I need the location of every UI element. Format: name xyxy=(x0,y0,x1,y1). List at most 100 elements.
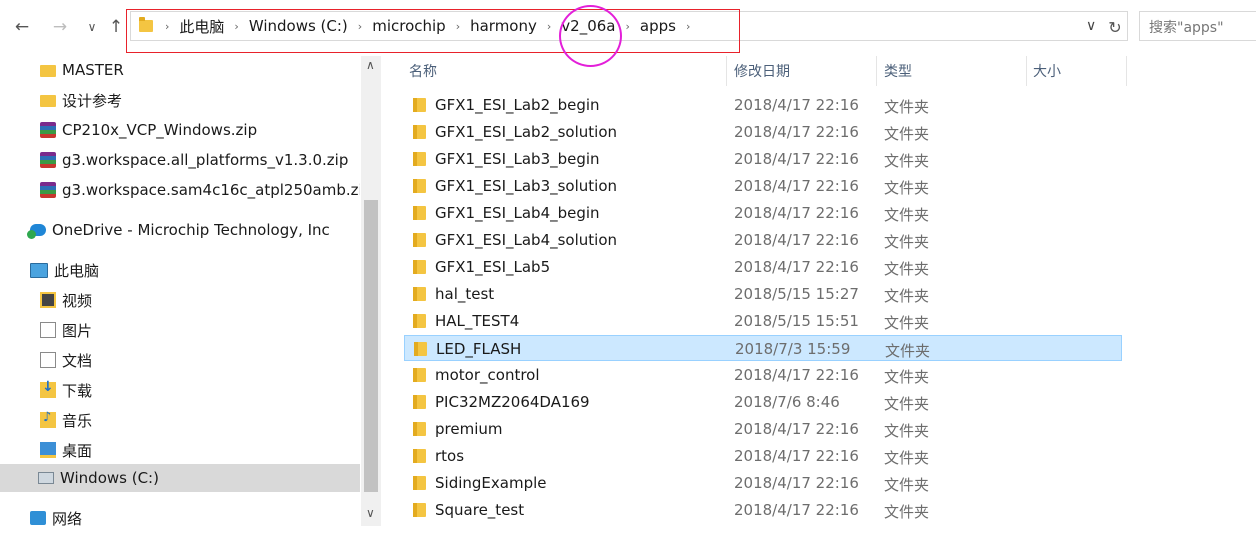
column-header-type[interactable]: 类型 xyxy=(884,56,912,86)
navigation-bar: ← → ∨ ↑ › 此电脑 › Windows (C:) › microchip… xyxy=(0,0,1256,67)
folder-icon xyxy=(413,368,426,382)
file-modified-date: 2018/4/17 22:16 xyxy=(734,204,859,222)
breadcrumb-this-pc[interactable]: 此电脑 xyxy=(175,16,228,37)
chevron-right-icon[interactable]: › xyxy=(680,20,696,33)
back-arrow-icon[interactable]: ← xyxy=(10,15,34,39)
file-row[interactable]: HAL_TEST4 2018/5/15 15:51 文件夹 xyxy=(404,308,1122,334)
refresh-icon[interactable]: ↻ xyxy=(1104,15,1126,39)
folder-icon xyxy=(413,503,426,517)
file-row[interactable]: PIC32MZ2064DA169 2018/7/6 8:46 文件夹 xyxy=(404,389,1122,415)
breadcrumb-apps[interactable]: apps xyxy=(636,17,680,35)
chevron-right-icon[interactable]: › xyxy=(352,20,368,33)
column-header-date[interactable]: 修改日期 xyxy=(734,56,790,86)
folder-icon xyxy=(413,233,426,247)
pictures-icon xyxy=(40,322,56,338)
file-type: 文件夹 xyxy=(884,368,930,386)
file-row[interactable]: premium 2018/4/17 22:16 文件夹 xyxy=(404,416,1122,442)
nav-item-this-pc[interactable]: 此电脑 xyxy=(30,256,99,284)
nav-item-design-reference[interactable]: 设计参考 xyxy=(40,86,122,114)
documents-icon xyxy=(40,352,56,368)
file-name: PIC32MZ2064DA169 xyxy=(435,393,590,411)
file-name: GFX1_ESI_Lab3_solution xyxy=(435,177,618,195)
file-row[interactable]: GFX1_ESI_Lab4_begin 2018/4/17 22:16 文件夹 xyxy=(404,200,1122,226)
breadcrumb-microchip[interactable]: microchip xyxy=(368,17,449,35)
file-row[interactable]: GFX1_ESI_Lab3_solution 2018/4/17 22:16 文件夹 xyxy=(404,173,1122,199)
nav-item-onedrive[interactable]: OneDrive - Microchip Technology, Inc xyxy=(27,216,330,244)
nav-item-cp210x-zip[interactable]: CP210x_VCP_Windows.zip xyxy=(40,116,257,144)
nav-item-label: 网络 xyxy=(52,509,83,528)
videos-icon xyxy=(40,292,56,308)
scroll-down-icon[interactable]: ∨ xyxy=(366,506,375,520)
breadcrumb-drive[interactable]: Windows (C:) xyxy=(245,17,352,35)
file-row[interactable]: hal_test 2018/5/15 15:27 文件夹 xyxy=(404,281,1122,307)
file-row[interactable]: motor_control 2018/4/17 22:16 文件夹 xyxy=(404,362,1122,388)
file-row[interactable]: Square_test 2018/4/17 22:16 文件夹 xyxy=(404,497,1122,523)
nav-item-desktop[interactable]: 桌面 xyxy=(40,436,92,464)
forward-arrow-icon[interactable]: → xyxy=(48,15,72,39)
folder-icon xyxy=(413,125,426,139)
chevron-right-icon[interactable]: › xyxy=(541,20,557,33)
chevron-right-icon[interactable]: › xyxy=(619,20,635,33)
address-dropdown-chevron-icon[interactable]: ∨ xyxy=(1086,18,1096,34)
nav-item-label: 桌面 xyxy=(62,441,93,460)
column-divider[interactable] xyxy=(876,56,877,86)
search-input[interactable]: 搜索"apps" xyxy=(1139,11,1256,41)
column-divider[interactable] xyxy=(726,56,727,86)
recent-locations-chevron-icon[interactable]: ∨ xyxy=(80,15,104,39)
chevron-right-icon[interactable]: › xyxy=(450,20,466,33)
nav-item-downloads[interactable]: 下载 xyxy=(40,376,92,404)
column-divider[interactable] xyxy=(1126,56,1127,86)
file-row[interactable]: GFX1_ESI_Lab4_solution 2018/4/17 22:16 文件夹 xyxy=(404,227,1122,253)
chevron-right-icon[interactable]: › xyxy=(159,20,175,33)
file-row[interactable]: LED_FLASH 2018/7/3 15:59 文件夹 xyxy=(404,335,1122,361)
file-modified-date: 2018/4/17 22:16 xyxy=(734,96,859,114)
column-divider[interactable] xyxy=(1026,56,1027,86)
nav-item-videos[interactable]: 视频 xyxy=(40,286,92,314)
file-name: GFX1_ESI_Lab4_solution xyxy=(435,231,618,249)
file-row[interactable]: SidingExample 2018/4/17 22:16 文件夹 xyxy=(404,470,1122,496)
file-row[interactable]: GFX1_ESI_Lab2_begin 2018/4/17 22:16 文件夹 xyxy=(404,92,1122,118)
onedrive-icon xyxy=(27,224,46,239)
breadcrumb-version[interactable]: v2_06a xyxy=(557,17,619,35)
nav-item-documents[interactable]: 文档 xyxy=(40,346,92,374)
column-header-size[interactable]: 大小 xyxy=(1033,56,1061,86)
folder-icon xyxy=(139,17,153,32)
folder-icon xyxy=(413,152,426,166)
column-header-name[interactable]: 名称 xyxy=(409,56,437,86)
folder-icon xyxy=(413,476,426,490)
up-arrow-icon[interactable]: ↑ xyxy=(104,15,128,39)
nav-item-label: g3.workspace.all_platforms_v1.3.0.zip xyxy=(62,151,349,169)
file-row[interactable]: GFX1_ESI_Lab2_solution 2018/4/17 22:16 文件夹 xyxy=(404,119,1122,145)
nav-item-label: CP210x_VCP_Windows.zip xyxy=(62,121,258,139)
chevron-right-icon[interactable]: › xyxy=(228,20,244,33)
nav-item-label: 文档 xyxy=(62,351,93,370)
file-row[interactable]: GFX1_ESI_Lab3_begin 2018/4/17 22:16 文件夹 xyxy=(404,146,1122,172)
file-type: 文件夹 xyxy=(884,476,930,494)
folder-icon xyxy=(413,314,426,328)
nav-item-label: 设计参考 xyxy=(62,91,123,110)
nav-item-g3-all-platforms-zip[interactable]: g3.workspace.all_platforms_v1.3.0.zip xyxy=(40,146,348,174)
folder-icon xyxy=(40,95,56,107)
navigation-pane-scrollbar[interactable]: ∧ ∨ xyxy=(361,56,381,526)
address-bar[interactable]: › 此电脑 › Windows (C:) › microchip › harmo… xyxy=(130,11,1128,41)
folder-icon xyxy=(413,260,426,274)
nav-item-g3-sam4c16c-zip[interactable]: g3.workspace.sam4c16c_atpl250amb.zip xyxy=(40,176,360,204)
nav-item-master[interactable]: MASTER xyxy=(40,56,124,84)
nav-item-label: 下载 xyxy=(62,381,93,400)
file-row[interactable]: rtos 2018/4/17 22:16 文件夹 xyxy=(404,443,1122,469)
network-icon xyxy=(30,511,46,525)
folder-icon xyxy=(413,449,426,463)
nav-item-network[interactable]: 网络 xyxy=(30,504,82,532)
file-type: 文件夹 xyxy=(884,395,930,413)
downloads-icon xyxy=(40,379,56,398)
file-type: 文件夹 xyxy=(884,260,930,278)
nav-item-music[interactable]: 音乐 xyxy=(40,406,92,434)
scroll-up-icon[interactable]: ∧ xyxy=(366,58,375,72)
file-row[interactable]: GFX1_ESI_Lab5 2018/4/17 22:16 文件夹 xyxy=(404,254,1122,280)
nav-item-windows-drive[interactable]: Windows (C:) xyxy=(0,464,360,492)
scrollbar-thumb[interactable] xyxy=(364,200,378,492)
file-type: 文件夹 xyxy=(884,152,930,170)
breadcrumb-harmony[interactable]: harmony xyxy=(466,17,541,35)
nav-item-pictures[interactable]: 图片 xyxy=(40,316,92,344)
desktop-icon xyxy=(40,442,56,458)
